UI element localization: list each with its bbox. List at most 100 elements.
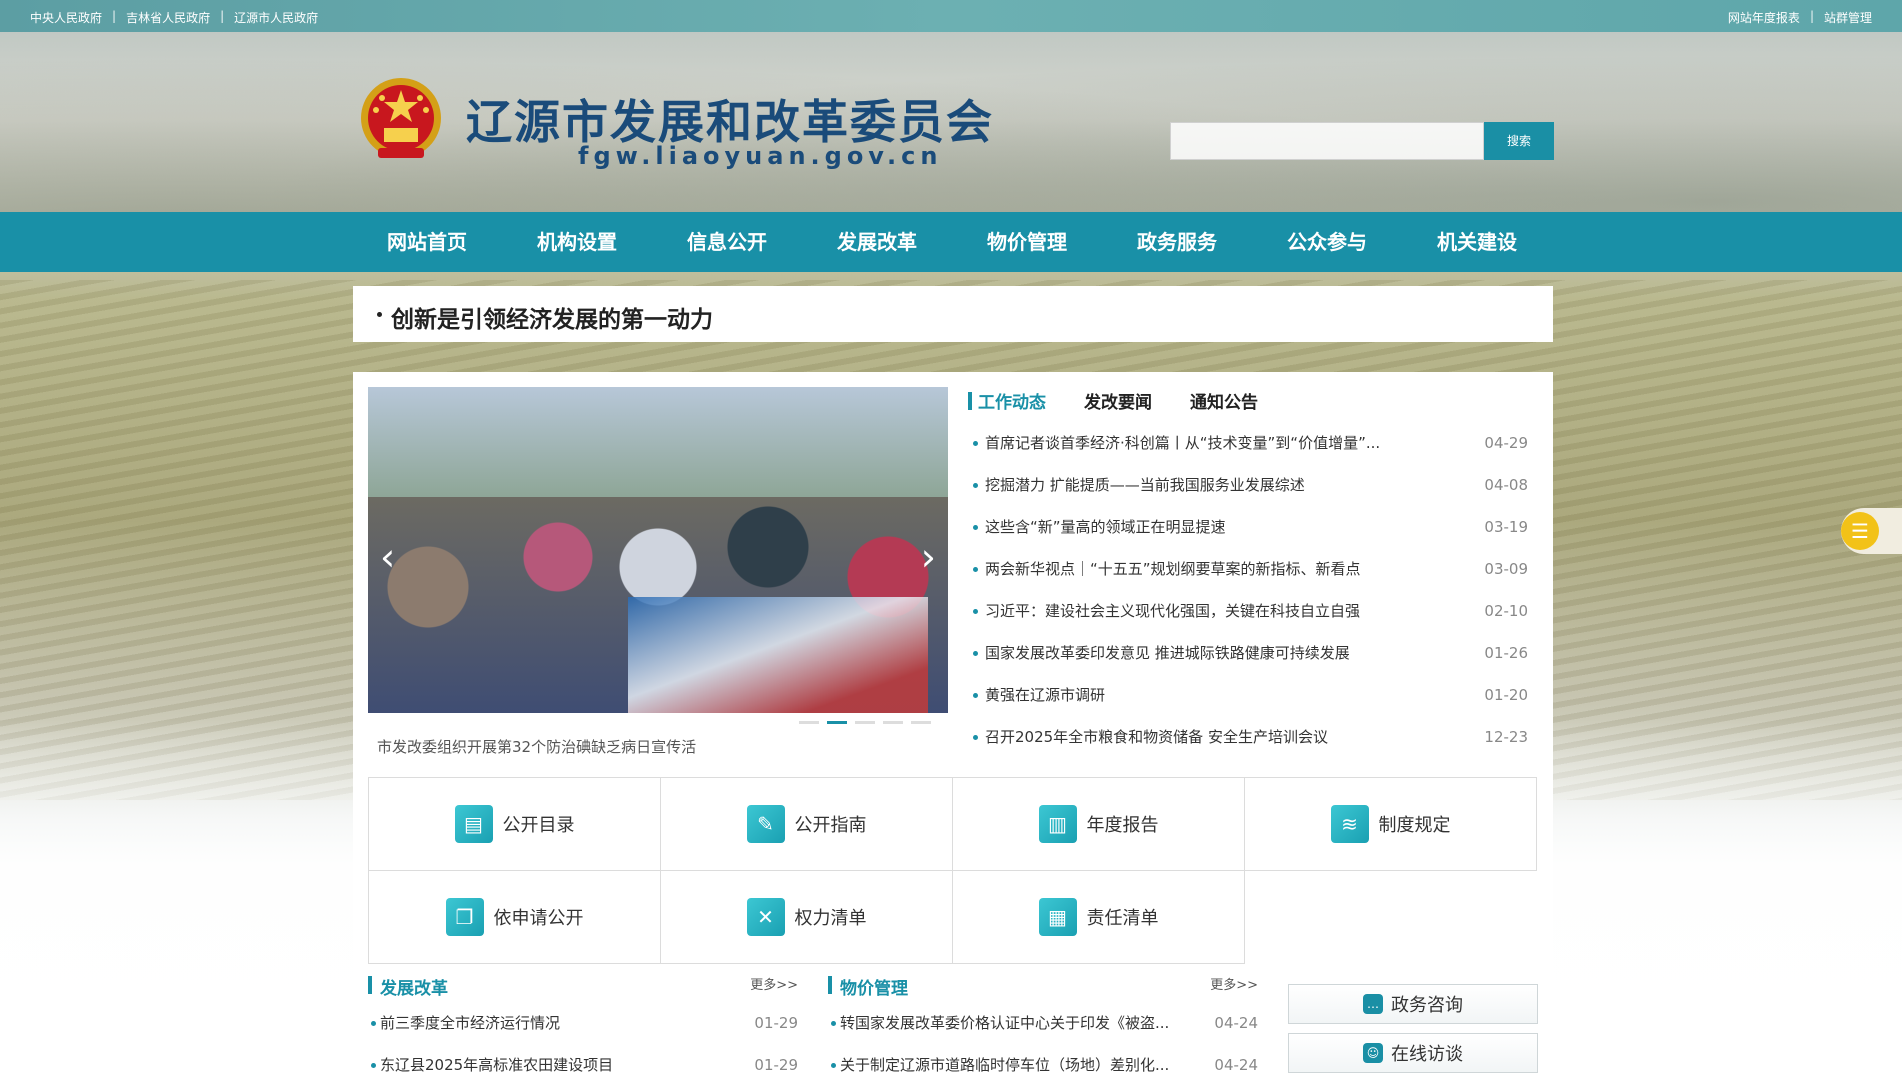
section-marker	[828, 976, 832, 994]
separator: |	[1809, 9, 1814, 23]
bullet-icon	[377, 312, 382, 317]
quick-link-report[interactable]: ▥ 年度报告	[952, 777, 1245, 871]
slide-caption[interactable]: 市发改委组织开展第32个防治碘缺乏病日宣传活	[377, 736, 696, 757]
online-interview-button[interactable]: ☺ 在线访谈	[1288, 1033, 1538, 1073]
quick-link-label: 制度规定	[1378, 815, 1451, 836]
list-item[interactable]: 国家发展改革委印发意见 推进城际铁路健康可持续发展 01-26	[973, 632, 1538, 674]
news-title[interactable]: 黄强在辽源市调研	[985, 674, 1455, 716]
link-jilin-gov[interactable]: 吉林省人民政府	[126, 9, 210, 26]
gov-consult-button[interactable]: … 政务咨询	[1288, 984, 1538, 1024]
tab-marker	[968, 391, 972, 410]
nav-item-home[interactable]: 网站首页	[352, 212, 502, 272]
side-button-label: 在线访谈	[1391, 1044, 1463, 1065]
headline-text[interactable]: 创新是引领经济发展的第一动力	[391, 300, 713, 334]
list-item[interactable]: 挖掘潜力 扩能提质——当前我国服务业发展综述 04-08	[973, 464, 1538, 506]
power-icon: ✕	[746, 898, 785, 936]
item-title[interactable]: 前三季度全市经济运行情况	[380, 1002, 730, 1044]
slider-dot[interactable]	[911, 721, 931, 724]
news-date: 03-09	[1484, 560, 1528, 578]
list-item[interactable]: 转国家发展改革委价格认证中心关于印发《被盗... 04-24	[828, 1002, 1268, 1044]
section-marker	[368, 976, 372, 994]
news-title[interactable]: 挖掘潜力 扩能提质——当前我国服务业发展综述	[985, 464, 1455, 506]
news-title[interactable]: 两会新华视点｜“十五五”规划纲要草案的新指标、新看点	[985, 548, 1455, 590]
tab-notices[interactable]: 通知公告	[1190, 388, 1258, 413]
link-annual-report[interactable]: 网站年度报表	[1728, 9, 1800, 26]
item-date: 01-29	[754, 1014, 798, 1032]
section-header: 发展改革 更多>>	[368, 972, 808, 1002]
more-link[interactable]: 更多>>	[1210, 974, 1258, 993]
item-title[interactable]: 关于制定辽源市道路临时停车位（场地）差别化...	[840, 1044, 1190, 1080]
news-title[interactable]: 这些含“新”量高的领域正在明显提速	[985, 506, 1455, 548]
list-item[interactable]: 两会新华视点｜“十五五”规划纲要草案的新指标、新看点 03-09	[973, 548, 1538, 590]
link-site-admin[interactable]: 站群管理	[1824, 9, 1872, 26]
item-title[interactable]: 东辽县2025年高标准农田建设项目	[380, 1044, 730, 1080]
list-item[interactable]: 习近平：建设社会主义现代化强国，关键在科技自立自强 02-10	[973, 590, 1538, 632]
nav-item-organization[interactable]: 机构设置	[502, 212, 652, 272]
link-central-gov[interactable]: 中央人民政府	[30, 9, 102, 26]
image-slider[interactable]: ‹ ›	[368, 387, 948, 713]
tab-work-news[interactable]: 工作动态	[978, 388, 1046, 413]
chat-icon: …	[1363, 994, 1383, 1014]
slider-dots	[799, 721, 931, 724]
quick-link-apply[interactable]: ❐ 依申请公开	[368, 870, 661, 964]
more-link[interactable]: 更多>>	[750, 974, 798, 993]
main-panel: ‹ › 市发改委组织开展第32个防治碘缺乏病日宣传活 工作动态 发改要闻 通知公…	[353, 372, 1553, 1080]
list-item[interactable]: 召开2025年全市粮食和物资储备 安全生产培训会议 12-23	[973, 716, 1538, 758]
item-date: 01-29	[754, 1056, 798, 1074]
news-date: 04-08	[1484, 476, 1528, 494]
list-item[interactable]: 前三季度全市经济运行情况 01-29	[368, 1002, 808, 1044]
list-item[interactable]: 关于制定辽源市道路临时停车位（场地）差别化... 04-24	[828, 1044, 1268, 1080]
slider-dot-active[interactable]	[827, 721, 847, 724]
interview-icon: ☺	[1363, 1043, 1383, 1063]
section-price-management: 物价管理 更多>> 转国家发展改革委价格认证中心关于印发《被盗... 04-24 …	[828, 972, 1268, 1080]
nav-item-price-management[interactable]: 物价管理	[952, 212, 1102, 272]
top-links-left: 中央人民政府 | 吉林省人民政府 | 辽源市人民政府	[30, 9, 318, 26]
item-date: 04-24	[1214, 1014, 1258, 1032]
news-date: 01-20	[1484, 686, 1528, 704]
report-icon: ▥	[1038, 805, 1077, 843]
search-input[interactable]	[1170, 122, 1484, 160]
nav-item-public-participation[interactable]: 公众参与	[1252, 212, 1402, 272]
section-title[interactable]: 物价管理	[840, 974, 908, 999]
quick-link-regulations[interactable]: ≋ 制度规定	[1244, 777, 1537, 871]
main-nav: 网站首页 机构设置 信息公开 发展改革 物价管理 政务服务 公众参与 机关建设	[0, 212, 1902, 272]
list-item[interactable]: 首席记者谈首季经济·科创篇丨从“技术变量”到“价值增量”... 04-29	[973, 422, 1538, 464]
tab-reform-news[interactable]: 发改要闻	[1084, 388, 1152, 413]
quick-link-duty-list[interactable]: ▦ 责任清单	[952, 870, 1245, 964]
list-menu-icon[interactable]: ☰	[1841, 512, 1879, 550]
chevron-right-icon[interactable]: ›	[921, 535, 936, 579]
list-item[interactable]: 这些含“新”量高的领域正在明显提速 03-19	[973, 506, 1538, 548]
news-title[interactable]: 习近平：建设社会主义现代化强国，关键在科技自立自强	[985, 590, 1455, 632]
search-button[interactable]: 搜索	[1484, 122, 1554, 160]
nav-item-info-disclosure[interactable]: 信息公开	[652, 212, 802, 272]
slider-dot[interactable]	[799, 721, 819, 724]
headline-banner[interactable]: 创新是引领经济发展的第一动力	[353, 286, 1553, 342]
floating-menu-widget[interactable]: ☰	[1841, 508, 1902, 554]
item-title[interactable]: 转国家发展改革委价格认证中心关于印发《被盗...	[840, 1002, 1190, 1044]
section-title[interactable]: 发展改革	[380, 974, 448, 999]
news-title[interactable]: 首席记者谈首季经济·科创篇丨从“技术变量”到“价值增量”...	[985, 422, 1455, 464]
quick-link-catalog[interactable]: ▤ 公开目录	[368, 777, 661, 871]
reform-list: 前三季度全市经济运行情况 01-29 东辽县2025年高标准农田建设项目 01-29	[368, 1002, 808, 1080]
price-list: 转国家发展改革委价格认证中心关于印发《被盗... 04-24 关于制定辽源市道路临…	[828, 1002, 1268, 1080]
quick-link-label: 依申请公开	[493, 908, 584, 929]
side-button-label: 政务咨询	[1391, 995, 1463, 1016]
slider-dot[interactable]	[883, 721, 903, 724]
quick-link-guide[interactable]: ✎ 公开指南	[660, 777, 953, 871]
news-title[interactable]: 召开2025年全市粮食和物资储备 安全生产培训会议	[985, 716, 1455, 758]
nav-item-development-reform[interactable]: 发展改革	[802, 212, 952, 272]
chevron-left-icon[interactable]: ‹	[380, 535, 395, 579]
news-date: 01-26	[1484, 644, 1528, 662]
section-header: 物价管理 更多>>	[828, 972, 1268, 1002]
site-header: 辽源市发展和改革委员会 fgw.liaoyuan.gov.cn 搜索	[0, 32, 1902, 212]
link-liaoyuan-gov[interactable]: 辽源市人民政府	[234, 9, 318, 26]
slide-photo-table	[628, 597, 928, 713]
quick-link-label: 权力清单	[794, 908, 867, 929]
quick-link-power-list[interactable]: ✕ 权力清单	[660, 870, 953, 964]
slider-dot[interactable]	[855, 721, 875, 724]
list-item[interactable]: 黄强在辽源市调研 01-20	[973, 674, 1538, 716]
nav-item-gov-services[interactable]: 政务服务	[1102, 212, 1252, 272]
list-item[interactable]: 东辽县2025年高标准农田建设项目 01-29	[368, 1044, 808, 1080]
nav-item-party-building[interactable]: 机关建设	[1402, 212, 1552, 272]
news-title[interactable]: 国家发展改革委印发意见 推进城际铁路健康可持续发展	[985, 632, 1455, 674]
